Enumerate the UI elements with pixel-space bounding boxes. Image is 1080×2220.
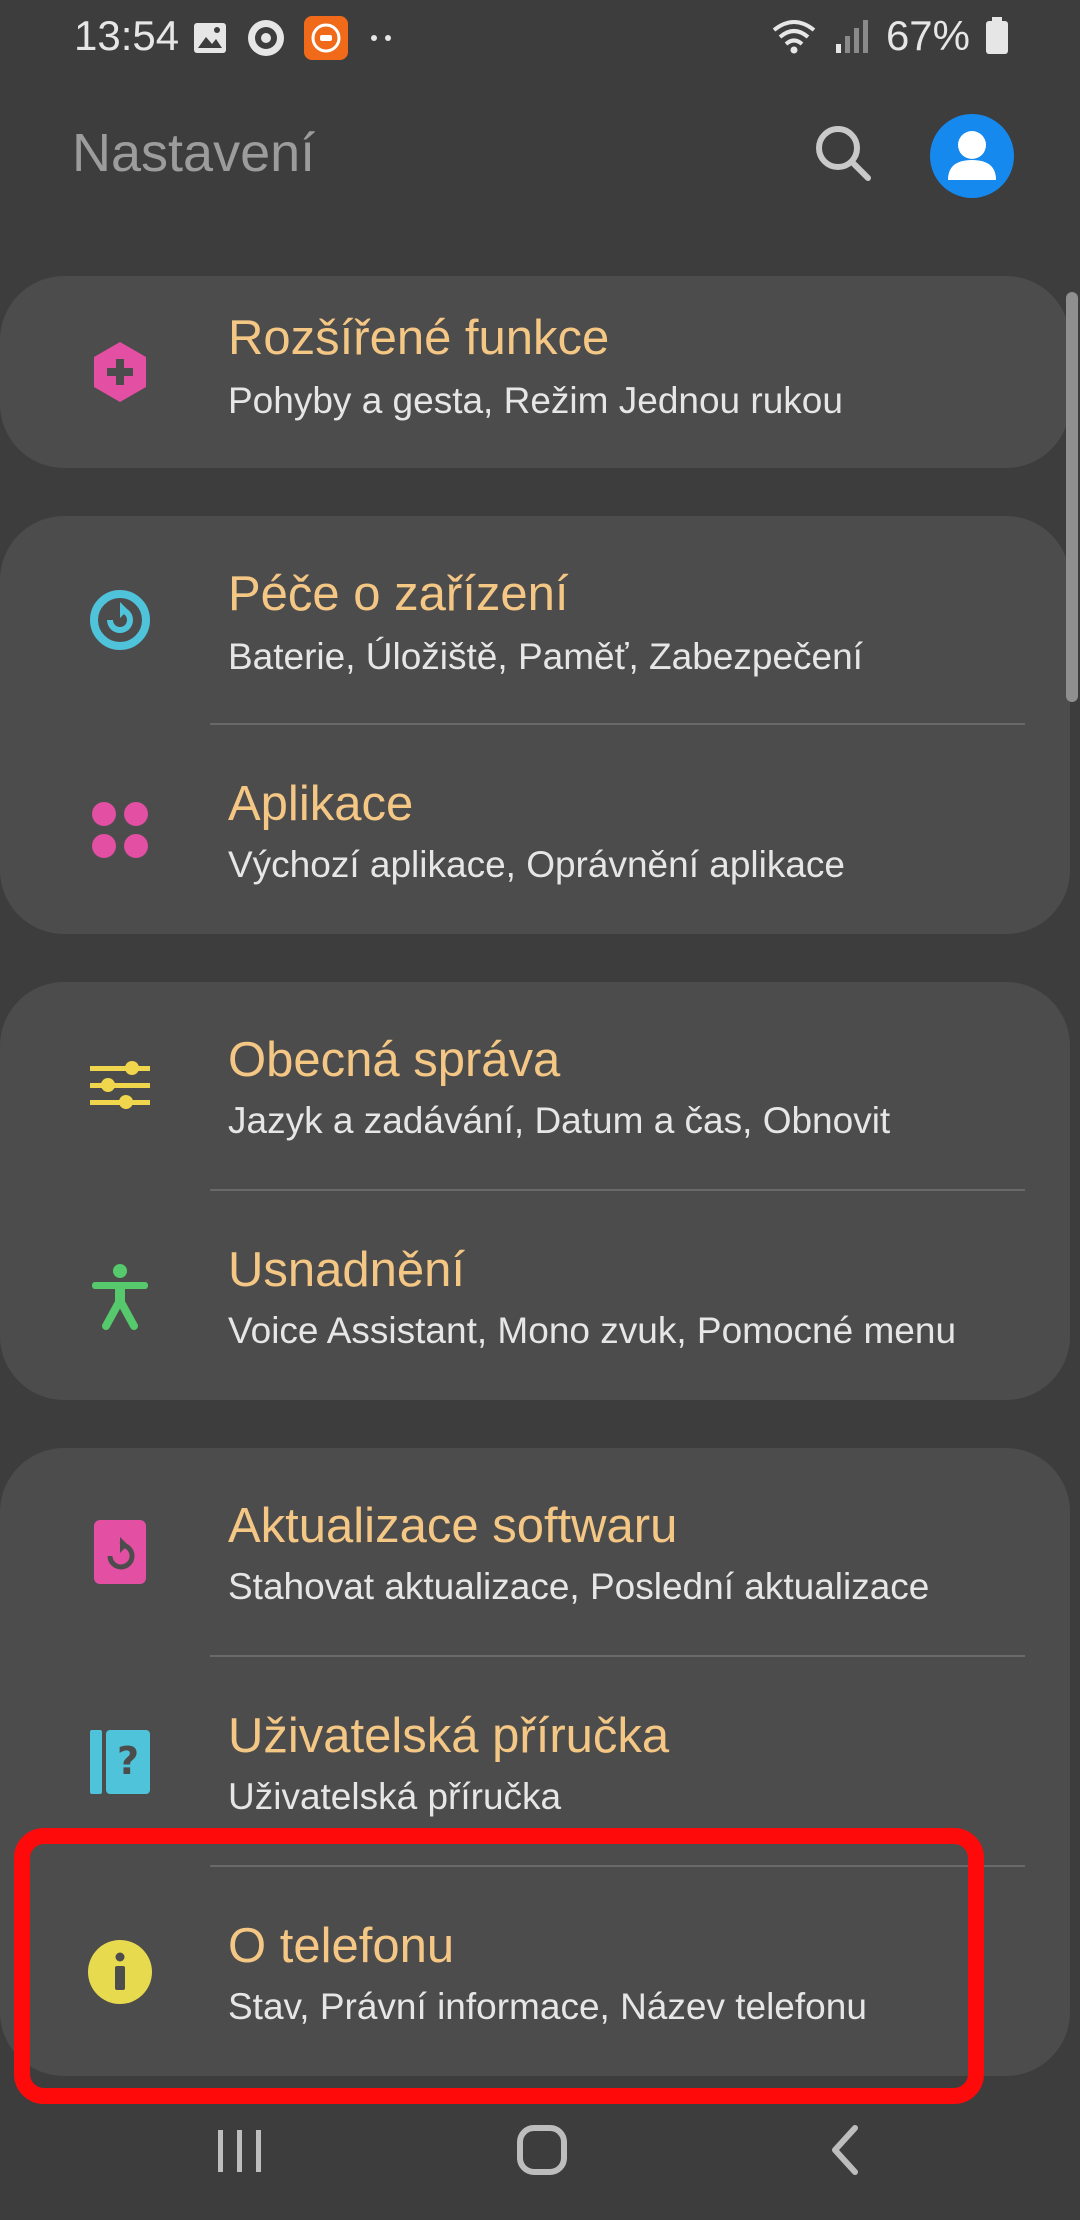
divider (210, 1655, 1025, 1657)
item-subtitle: Voice Assistant, Mono zvuk, Pomocné menu (228, 1310, 957, 1351)
back-icon[interactable] (795, 2100, 895, 2200)
software-update-icon (94, 1520, 146, 1584)
signal-icon (835, 20, 868, 53)
notification-icons (192, 16, 396, 60)
record-icon (248, 20, 284, 56)
item-subtitle: Baterie, Úložiště, Paměť, Zabezpečení (228, 636, 863, 677)
status-bar: 13:54 67% (0, 0, 1080, 76)
item-title: Uživatelská příručka (228, 1709, 670, 1763)
highlight-annotation (14, 1828, 984, 2104)
item-subtitle: Uživatelská příručka (228, 1776, 562, 1817)
item-title: Obecná správa (228, 1033, 561, 1087)
item-title: Péče o zařízení (228, 567, 569, 621)
page-title: Nastavení (72, 123, 316, 183)
app-header: Nastavení (0, 100, 1080, 220)
general-management-icon (90, 1061, 150, 1109)
mi-app-icon (304, 16, 348, 60)
item-subtitle: Výchozí aplikace, Oprávnění aplikace (228, 844, 846, 885)
item-subtitle: Jazyk a zadávání, Datum a čas, Obnovit (228, 1100, 891, 1141)
status-time: 13:54 (74, 12, 180, 59)
navigation-bar (0, 2100, 1080, 2220)
item-advanced-features[interactable]: Rozšířené funkce Pohyby a gesta, Režim J… (0, 276, 1070, 468)
item-title: Usnadnění (228, 1243, 466, 1297)
search-icon[interactable] (808, 118, 878, 188)
account-avatar[interactable] (930, 114, 1014, 198)
settings-screen: 13:54 67% Nastavení Rozšířené funkce Poh… (0, 0, 1080, 2220)
item-title: Aplikace (228, 777, 414, 831)
item-general-management[interactable]: Obecná správa Jazyk a zadávání, Datum a … (0, 982, 1070, 1190)
divider (210, 723, 1025, 725)
device-care-icon (90, 590, 150, 650)
image-icon (194, 23, 226, 53)
divider (210, 1189, 1025, 1191)
item-subtitle: Stahovat aktualizace, Poslední aktualiza… (228, 1566, 930, 1607)
item-accessibility[interactable]: Usnadnění Voice Assistant, Mono zvuk, Po… (0, 1192, 1070, 1400)
system-status: 67% (770, 12, 1010, 60)
battery-percent: 67% (885, 12, 970, 59)
account-icon (948, 131, 996, 180)
more-dots-icon (371, 35, 391, 41)
item-title: Aktualizace softwaru (228, 1499, 678, 1553)
item-title: Rozšířené funkce (228, 311, 610, 365)
user-manual-icon: ? (90, 1730, 150, 1794)
advanced-features-icon (94, 342, 146, 402)
home-icon[interactable] (492, 2100, 592, 2200)
svg-text:?: ? (117, 1739, 139, 1783)
item-apps[interactable]: Aplikace Výchozí aplikace, Oprávnění apl… (0, 726, 1070, 934)
recents-icon[interactable] (190, 2100, 290, 2200)
accessibility-icon (92, 1264, 148, 1330)
item-device-care[interactable]: Péče o zařízení Baterie, Úložiště, Paměť… (0, 516, 1070, 724)
item-software-update[interactable]: Aktualizace softwaru Stahovat aktualizac… (0, 1448, 1070, 1656)
battery-icon (986, 17, 1008, 54)
scrollbar[interactable] (1066, 292, 1078, 702)
apps-icon (92, 802, 148, 858)
wifi-icon (772, 20, 816, 54)
item-subtitle: Pohyby a gesta, Režim Jednou rukou (228, 380, 843, 421)
